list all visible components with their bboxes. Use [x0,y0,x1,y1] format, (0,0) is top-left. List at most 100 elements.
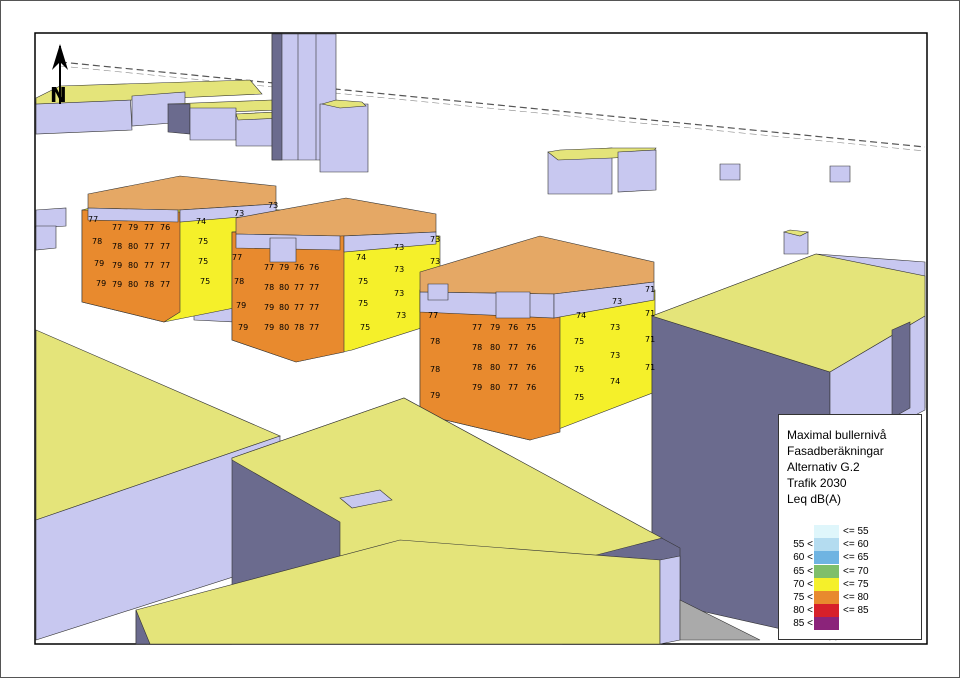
noise-level-label: 80 [128,261,138,270]
noise-level-label: 77 [88,215,98,224]
noise-level-label: 78 [294,323,304,332]
noise-level-label: 73 [394,243,404,252]
legend-row: 55 < <= 60 [779,538,923,552]
noise-level-label: 75 [358,299,368,308]
noise-level-label: 77 [144,223,154,232]
legend-lower-bound: 65 < [793,565,813,577]
noise-level-label: 75 [574,393,584,402]
legend-title-line-4: Trafik 2030 [787,476,847,490]
noise-level-label: 79 [264,303,274,312]
noise-level-label: 80 [490,343,500,352]
noise-level-label: 73 [396,311,406,320]
noise-level-label: 79 [128,223,138,232]
noise-level-label: 76 [526,383,536,392]
legend-row: 75 < <= 80 [779,591,923,604]
legend-upper-bound: <= 80 [843,592,869,603]
legend: Maximal bullernivå Fasadberäkningar Alte… [778,414,922,640]
legend-upper-bound: <= 85 [843,605,869,617]
legend-swatch [814,617,839,631]
noise-level-label: 76 [508,323,518,332]
noise-level-label: 77 [472,323,482,332]
noise-level-label: 77 [294,283,304,292]
legend-upper-bound: <= 65 [843,552,869,564]
noise-level-label: 77 [160,261,170,270]
noise-level-label: 71 [645,363,655,372]
legend-swatch [814,604,839,618]
legend-lower-bound: 80 < [793,605,813,617]
legend-swatch [814,538,839,552]
noise-level-label: 79 [96,279,106,288]
noise-level-label: 79 [472,383,482,392]
noise-level-label: 79 [430,391,440,400]
noise-level-label: 74 [610,377,620,386]
noise-level-label: 77 [112,223,122,232]
noise-level-label: 75 [360,323,370,332]
noise-level-label: 77 [508,383,518,392]
legend-lower-bound: 55 < [793,539,813,551]
noise-level-label: 79 [264,323,274,332]
noise-level-label: 74 [356,253,366,262]
noise-level-label: 76 [526,343,536,352]
legend-upper-bound: <= 60 [843,539,869,551]
legend-lower-bound: 75 < [793,592,813,603]
noise-level-label: 71 [645,285,655,294]
legend-swatch [814,551,839,565]
legend-lower-bound: 60 < [793,552,813,564]
noise-level-label: 73 [430,235,440,244]
legend-lower-bound: 70 < [793,578,813,590]
noise-level-label: 76 [526,363,536,372]
noise-level-label: 76 [160,223,170,232]
legend-upper-bound: <= 70 [843,565,869,577]
legend-upper-bound: <= 55 [843,526,869,537]
noise-level-label: 75 [198,257,208,266]
legend-title-line-1: Maximal bullernivå [787,428,887,442]
legend-swatch [814,564,839,578]
noise-level-label: 75 [200,277,210,286]
noise-level-label: 77 [508,363,518,372]
noise-level-label: 75 [358,277,368,286]
noise-level-label: 80 [128,242,138,251]
noise-level-label: 78 [92,237,102,246]
noise-level-label: 73 [394,265,404,274]
noise-level-label: 77 [160,280,170,289]
noise-level-label: 78 [430,365,440,374]
legend-upper-bound: <= 75 [843,578,869,590]
legend-row: 85 < [779,617,923,631]
noise-level-label: 77 [144,261,154,270]
noise-level-label: 77 [309,323,319,332]
noise-level-label: 77 [232,253,242,262]
noise-level-label: 78 [472,343,482,352]
noise-level-label: 76 [294,263,304,272]
noise-level-label: 80 [279,283,289,292]
noise-level-label: 80 [490,363,500,372]
noise-level-label: 79 [279,263,289,272]
legend-row: 70 < <= 75 [779,577,923,591]
noise-level-label: 78 [234,277,244,286]
noise-level-label: 73 [234,209,244,218]
noise-level-label: 80 [128,280,138,289]
noise-level-label: 77 [508,343,518,352]
noise-level-label: 80 [490,383,500,392]
noise-level-label: 77 [160,242,170,251]
noise-level-label: 75 [574,337,584,346]
legend-row: 60 < <= 65 [779,551,923,565]
noise-level-label: 74 [196,217,206,226]
noise-level-label: 77 [264,263,274,272]
legend-swatch [814,525,839,538]
noise-level-label: 74 [576,311,586,320]
noise-level-label: 73 [612,297,622,306]
noise-level-label: 79 [238,323,248,332]
noise-level-label: 73 [610,323,620,332]
legend-title-line-3: Alternativ G.2 [787,460,860,474]
noise-level-label: 77 [144,242,154,251]
noise-level-label: 80 [279,323,289,332]
noise-level-label: 76 [309,263,319,272]
noise-level-label: 78 [264,283,274,292]
noise-level-label: 78 [472,363,482,372]
noise-level-label: 79 [94,259,104,268]
noise-level-label: 79 [112,280,122,289]
noise-level-label: 79 [112,261,122,270]
noise-level-label: 77 [309,283,319,292]
legend-lower-bound: 85 < [793,618,813,630]
legend-swatch [814,577,839,591]
